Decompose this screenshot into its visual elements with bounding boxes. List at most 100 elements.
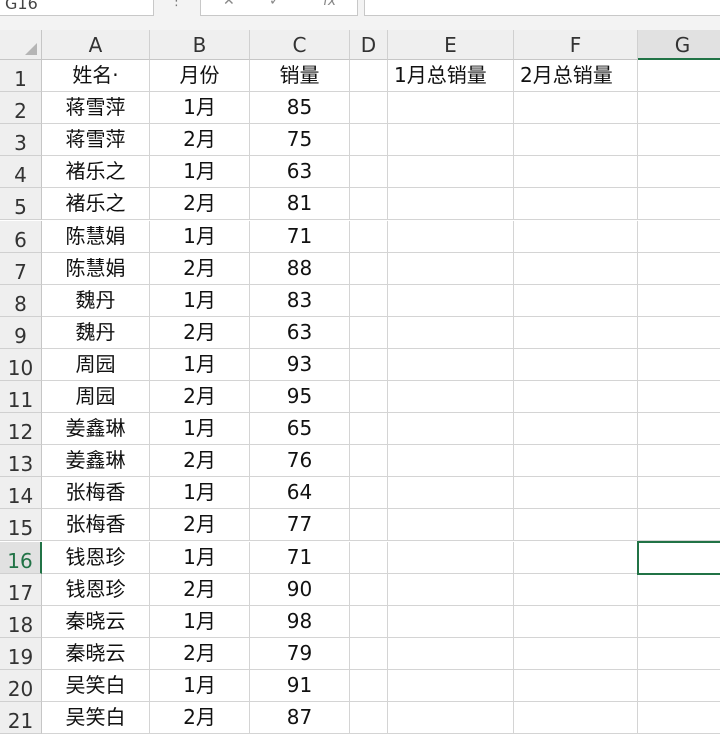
cell-a14[interactable]: 张梅香 bbox=[42, 477, 150, 510]
cell-f8[interactable] bbox=[514, 284, 638, 317]
name-box[interactable]: G16 bbox=[0, 0, 154, 16]
cell-a9[interactable]: 魏丹 bbox=[42, 316, 150, 349]
cell-e11[interactable] bbox=[388, 381, 514, 414]
row-header-4[interactable]: 4 bbox=[0, 156, 42, 189]
cell-d19[interactable] bbox=[350, 637, 388, 670]
row-header-10[interactable]: 10 bbox=[0, 348, 42, 381]
cell-f9[interactable] bbox=[514, 316, 638, 349]
cell-g11[interactable] bbox=[638, 381, 720, 414]
cell-d18[interactable] bbox=[350, 605, 388, 638]
cell-e10[interactable] bbox=[388, 348, 514, 381]
cell-b15[interactable]: 2月 bbox=[150, 509, 250, 542]
cell-a5[interactable]: 褚乐之 bbox=[42, 188, 150, 221]
column-header-c[interactable]: C bbox=[250, 30, 350, 60]
cell-f21[interactable] bbox=[514, 702, 638, 735]
cell-f2[interactable] bbox=[514, 92, 638, 125]
cell-c12[interactable]: 65 bbox=[250, 413, 350, 446]
cell-e1[interactable]: 1月总销量 bbox=[388, 60, 514, 93]
cell-c19[interactable]: 79 bbox=[250, 637, 350, 670]
row-header-18[interactable]: 18 bbox=[0, 605, 42, 638]
row-header-1[interactable]: 1 bbox=[0, 60, 42, 93]
cell-f16[interactable] bbox=[514, 541, 638, 574]
cell-d11[interactable] bbox=[350, 381, 388, 414]
cell-a1[interactable]: 姓名· bbox=[42, 60, 150, 93]
cell-b21[interactable]: 2月 bbox=[150, 702, 250, 735]
cell-c5[interactable]: 81 bbox=[250, 188, 350, 221]
cell-b16[interactable]: 1月 bbox=[150, 541, 250, 574]
cell-c15[interactable]: 77 bbox=[250, 509, 350, 542]
cell-a8[interactable]: 魏丹 bbox=[42, 284, 150, 317]
cell-e12[interactable] bbox=[388, 413, 514, 446]
cell-e17[interactable] bbox=[388, 573, 514, 606]
cell-a21[interactable]: 吴笑白 bbox=[42, 702, 150, 735]
cell-a16[interactable]: 钱恩珍 bbox=[42, 541, 150, 574]
cell-d15[interactable] bbox=[350, 509, 388, 542]
cell-e20[interactable] bbox=[388, 669, 514, 702]
cell-d3[interactable] bbox=[350, 124, 388, 157]
cell-g3[interactable] bbox=[638, 124, 720, 157]
cell-e8[interactable] bbox=[388, 284, 514, 317]
cell-e7[interactable] bbox=[388, 252, 514, 285]
cell-g21[interactable] bbox=[638, 702, 720, 735]
cell-d4[interactable] bbox=[350, 156, 388, 189]
cell-e21[interactable] bbox=[388, 702, 514, 735]
row-header-11[interactable]: 11 bbox=[0, 381, 42, 414]
cell-c21[interactable]: 87 bbox=[250, 702, 350, 735]
cell-g9[interactable] bbox=[638, 317, 720, 349]
cell-d1[interactable] bbox=[350, 60, 388, 93]
cell-f5[interactable] bbox=[514, 188, 638, 221]
cell-b8[interactable]: 1月 bbox=[150, 284, 250, 317]
cell-c11[interactable]: 95 bbox=[250, 381, 350, 414]
cell-a11[interactable]: 周园 bbox=[42, 381, 150, 414]
cell-a18[interactable]: 秦晓云 bbox=[42, 605, 150, 638]
row-header-9[interactable]: 9 bbox=[0, 316, 42, 349]
formula-input[interactable] bbox=[364, 0, 720, 16]
cell-b6[interactable]: 1月 bbox=[150, 220, 250, 253]
cell-b20[interactable]: 1月 bbox=[150, 669, 250, 702]
column-header-g[interactable]: G bbox=[638, 30, 720, 60]
cell-c7[interactable]: 88 bbox=[250, 252, 350, 285]
cell-e5[interactable] bbox=[388, 188, 514, 221]
cell-e3[interactable] bbox=[388, 124, 514, 157]
cell-d13[interactable] bbox=[350, 445, 388, 478]
row-header-17[interactable]: 17 bbox=[0, 573, 42, 606]
cell-b14[interactable]: 1月 bbox=[150, 477, 250, 510]
enter-icon[interactable]: ✓ bbox=[269, 0, 281, 9]
cell-b17[interactable]: 2月 bbox=[150, 573, 250, 606]
cell-g13[interactable] bbox=[638, 445, 720, 478]
function-icon[interactable]: fx bbox=[323, 0, 336, 9]
cell-c1[interactable]: 销量 bbox=[250, 60, 350, 93]
active-cell-selection[interactable] bbox=[637, 540, 720, 575]
row-header-21[interactable]: 21 bbox=[0, 702, 42, 735]
cell-b10[interactable]: 1月 bbox=[150, 348, 250, 381]
cell-f17[interactable] bbox=[514, 573, 638, 606]
cell-f1[interactable]: 2月总销量 bbox=[514, 60, 638, 93]
cell-c16[interactable]: 71 bbox=[250, 541, 350, 574]
cell-e15[interactable] bbox=[388, 509, 514, 542]
cell-e16[interactable] bbox=[388, 541, 514, 574]
cell-b18[interactable]: 1月 bbox=[150, 605, 250, 638]
cell-e19[interactable] bbox=[388, 637, 514, 670]
cell-g17[interactable] bbox=[638, 574, 720, 606]
cell-f10[interactable] bbox=[514, 348, 638, 381]
row-header-5[interactable]: 5 bbox=[0, 188, 42, 221]
row-header-19[interactable]: 19 bbox=[0, 637, 42, 670]
cell-f11[interactable] bbox=[514, 381, 638, 414]
cell-g1[interactable] bbox=[638, 60, 720, 93]
cell-b1[interactable]: 月份 bbox=[150, 60, 250, 93]
cell-a4[interactable]: 褚乐之 bbox=[42, 156, 150, 189]
cell-g20[interactable] bbox=[638, 670, 720, 702]
cell-g18[interactable] bbox=[638, 606, 720, 638]
cell-d8[interactable] bbox=[350, 284, 388, 317]
row-header-3[interactable]: 3 bbox=[0, 124, 42, 157]
cancel-icon[interactable]: ✕ bbox=[223, 0, 235, 9]
cell-c10[interactable]: 93 bbox=[250, 348, 350, 381]
cell-d12[interactable] bbox=[350, 413, 388, 446]
row-header-2[interactable]: 2 bbox=[0, 92, 42, 125]
cell-d10[interactable] bbox=[350, 348, 388, 381]
column-header-f[interactable]: F bbox=[514, 30, 638, 60]
cell-g10[interactable] bbox=[638, 349, 720, 381]
cell-f3[interactable] bbox=[514, 124, 638, 157]
cell-a13[interactable]: 姜鑫琳 bbox=[42, 445, 150, 478]
cell-a3[interactable]: 蒋雪萍 bbox=[42, 124, 150, 157]
